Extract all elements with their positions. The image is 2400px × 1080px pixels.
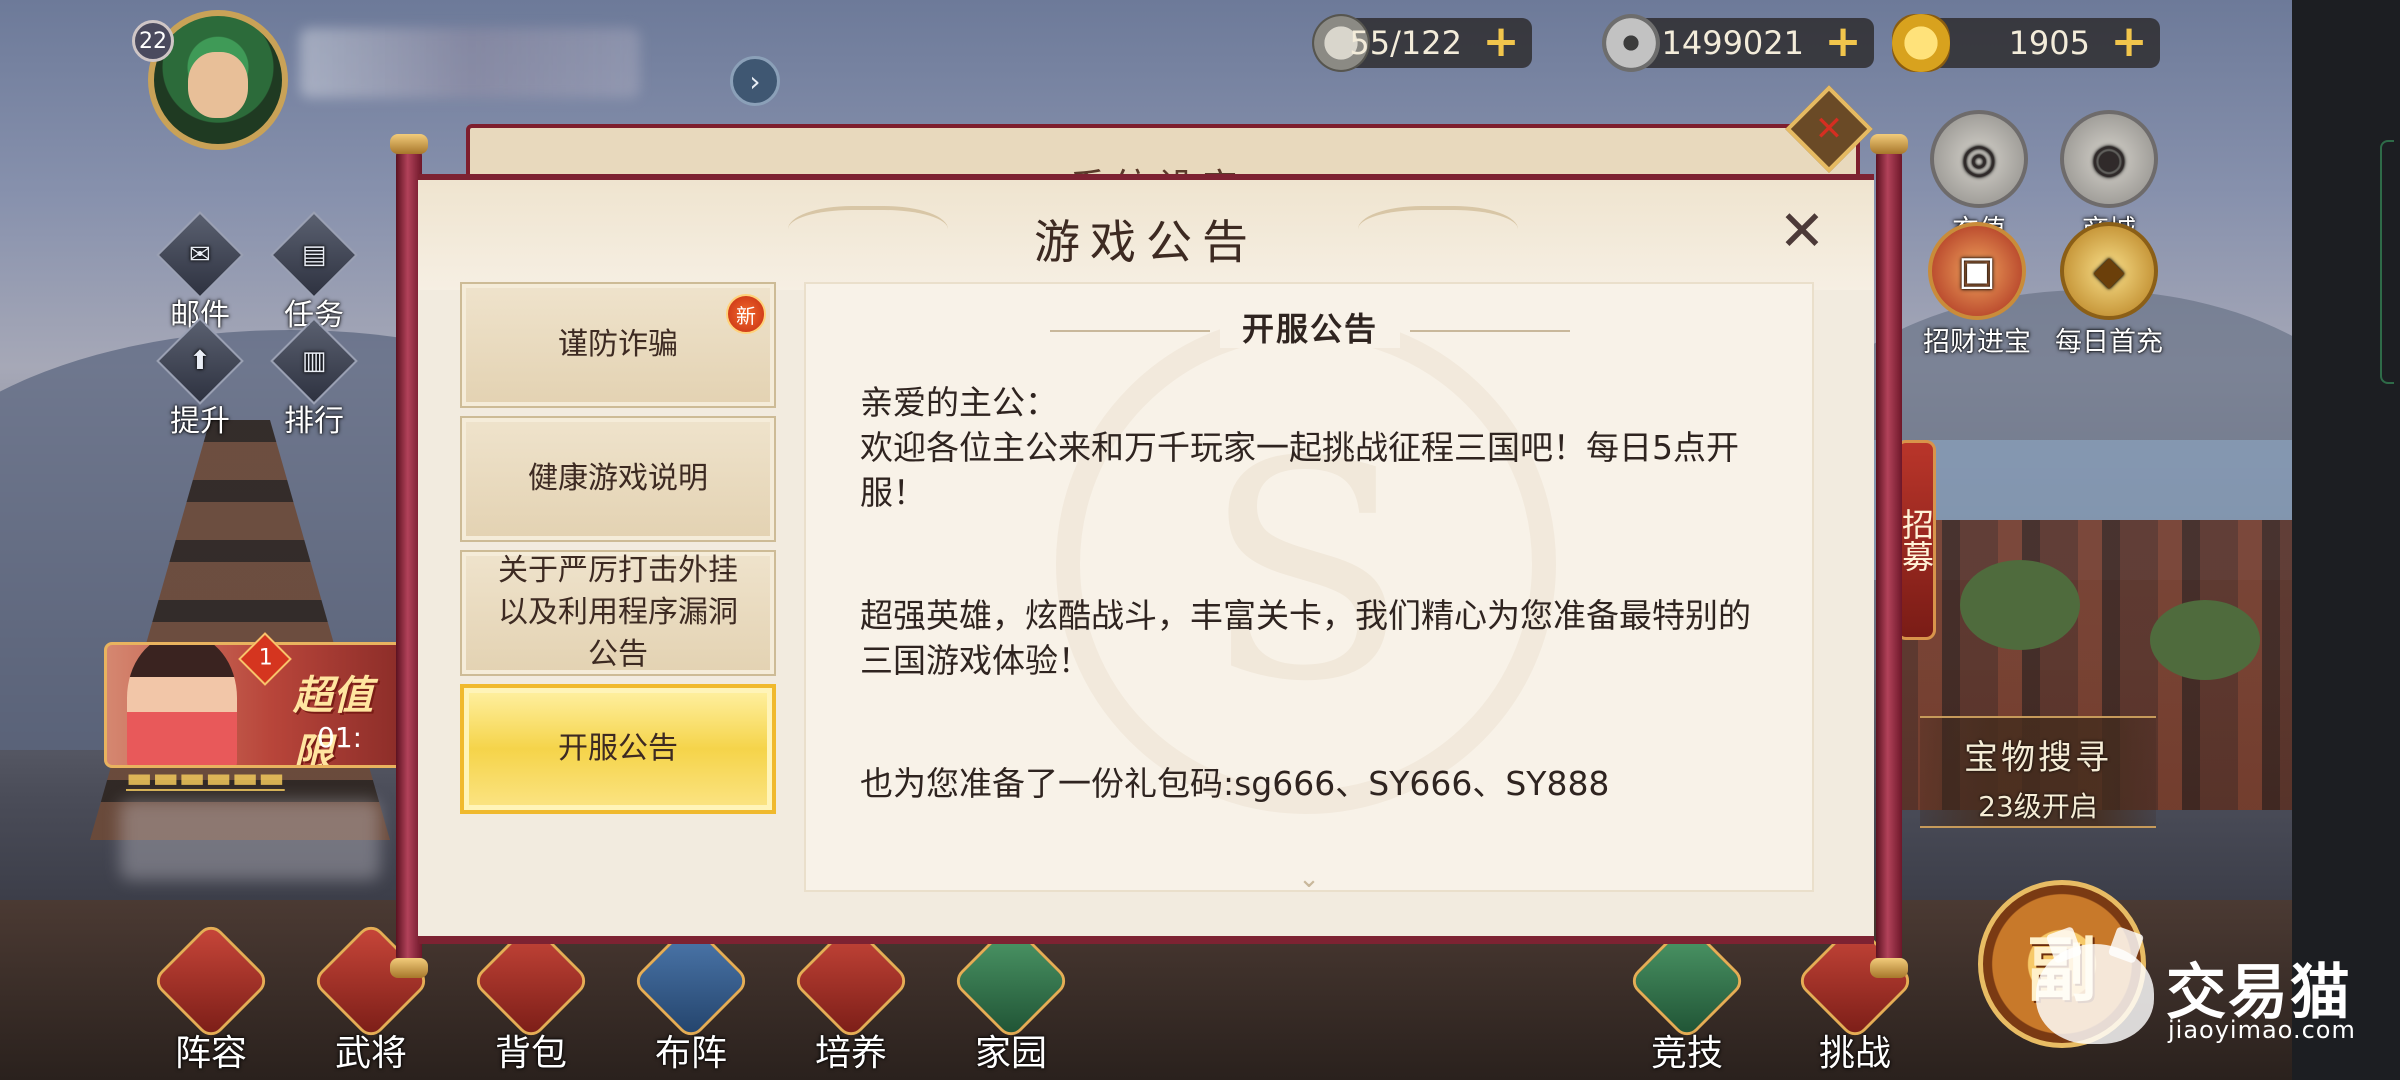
player-name-redacted bbox=[300, 28, 640, 98]
dialog-title-band: 游戏公告 ✕ bbox=[418, 180, 1874, 290]
player-level-badge: 22 bbox=[132, 20, 174, 62]
daily-first-label: 每日首充 bbox=[2055, 327, 2163, 358]
gold-value: 1905 bbox=[2008, 24, 2090, 62]
content-header: 开服公告 bbox=[1050, 304, 1570, 354]
announcement-tabs: 谨防诈骗 新 健康游戏说明 关于严厉打击外挂以及利用程序漏洞公告 开服公告 bbox=[460, 282, 776, 822]
envelope-icon: ✉ bbox=[189, 239, 211, 270]
greeting-text: 亲爱的主公： bbox=[860, 383, 1058, 422]
content-header-text: 开服公告 bbox=[1219, 310, 1400, 348]
nav-arena-label: 竞技 bbox=[1650, 1033, 1723, 1074]
expand-arrow-button[interactable]: › bbox=[730, 56, 780, 106]
treasure-hunt-button[interactable]: 宝物搜寻 23级开启 bbox=[1920, 716, 2156, 828]
close-button[interactable]: ✕ bbox=[1774, 204, 1830, 262]
close-icon: ✕ bbox=[1778, 199, 1826, 264]
coin-icon: ◎ bbox=[1930, 110, 2028, 208]
tab-label: 关于严厉打击外挂以及利用程序漏洞公告 bbox=[498, 553, 738, 672]
dialog-title: 游戏公告 bbox=[1034, 215, 1258, 269]
tab-anti-fraud[interactable]: 谨防诈骗 新 bbox=[460, 282, 776, 408]
nav-home-label: 家园 bbox=[974, 1033, 1047, 1074]
add-gold-button[interactable]: + bbox=[2108, 20, 2150, 64]
cat-logo-icon bbox=[2036, 944, 2154, 1044]
stamina-value: 55/122 bbox=[1349, 24, 1462, 62]
paragraph-2: 超强英雄，炫酷战斗，丰富关卡，我们精心为您准备最特别的三国游戏体验！ bbox=[860, 596, 1751, 680]
announcement-content[interactable]: 开服公告 亲爱的主公： 欢迎各位主公来和万千玩家一起挑战征程三国吧！每日5点开服… bbox=[804, 282, 1814, 892]
promo-timer: 01: bbox=[317, 721, 363, 754]
nav-lineup[interactable]: 阵容 bbox=[146, 920, 276, 1074]
add-stamina-button[interactable]: + bbox=[1480, 20, 1522, 64]
avatar-face bbox=[188, 52, 248, 118]
upgrade-button[interactable]: ⬆ 提升 bbox=[150, 317, 250, 440]
ranking-button[interactable]: ▥ 排行 bbox=[264, 317, 364, 440]
scroll-down-chevron-icon: ⌄ bbox=[1298, 864, 1320, 892]
stamina-resource: 55/122 + bbox=[1312, 14, 1532, 72]
announcement-dialog: 游戏公告 ✕ 谨防诈骗 新 健康游戏说明 关于严厉打击外挂以及利用程序漏洞公告 … bbox=[418, 174, 1874, 944]
copper-resource: 1499021 + bbox=[1602, 14, 1874, 72]
paragraph-1: 欢迎各位主公来和万千玩家一起挑战征程三国吧！每日5点开服！ bbox=[860, 428, 1739, 512]
copper-value: 1499021 bbox=[1661, 24, 1804, 62]
tree bbox=[1960, 560, 2080, 650]
gold-resource: 1905 + bbox=[1892, 14, 2160, 72]
fortune-button[interactable]: ▣ 招财进宝 bbox=[1922, 222, 2032, 359]
screen-edge bbox=[2292, 0, 2400, 1080]
tab-server-launch[interactable]: 开服公告 bbox=[460, 684, 776, 814]
nav-bag-label: 背包 bbox=[494, 1033, 567, 1074]
promo-count: 1 bbox=[258, 645, 273, 671]
nav-challenge-label: 挑战 bbox=[1818, 1033, 1891, 1074]
chevron-right-icon: › bbox=[749, 64, 761, 98]
tree bbox=[2150, 600, 2260, 680]
daily-first-recharge-button[interactable]: ◆ 每日首充 bbox=[2054, 222, 2164, 359]
ranking-label: 排行 bbox=[284, 404, 344, 439]
tab-label: 谨防诈骗 bbox=[558, 327, 678, 362]
up-arrow-icon: ⬆ bbox=[189, 345, 211, 376]
podium-icon: ▥ bbox=[301, 345, 327, 376]
tab-label: 健康游戏说明 bbox=[528, 461, 708, 496]
scroll-rod-right bbox=[1870, 134, 1908, 978]
upgrade-label: 提升 bbox=[170, 404, 230, 439]
tab-anti-cheat[interactable]: 关于严厉打击外挂以及利用程序漏洞公告 bbox=[460, 550, 776, 676]
close-x-ornament-icon: ✕ bbox=[1814, 109, 1844, 149]
tab-healthy-gaming[interactable]: 健康游戏说明 bbox=[460, 416, 776, 542]
edge-handle bbox=[2380, 140, 2394, 384]
scroll-icon: ▤ bbox=[301, 239, 327, 270]
promo-link[interactable]: ▬▬▬▬▬▬ bbox=[126, 772, 336, 800]
copper-coin-icon bbox=[1602, 14, 1660, 72]
nav-train-label: 培养 bbox=[814, 1033, 887, 1074]
fortune-label: 招财进宝 bbox=[1923, 327, 2031, 358]
recruit-banner-button[interactable]: 招募 bbox=[1896, 440, 1936, 640]
content-body: 亲爱的主公： 欢迎各位主公来和万千玩家一起挑战征程三国吧！每日5点开服！ 超强英… bbox=[860, 380, 1760, 806]
watermark: 交易猫 jiaoyimao.com bbox=[2036, 940, 2356, 1050]
treasure-hunt-title: 宝物搜寻 bbox=[1964, 738, 2112, 778]
redacted-area bbox=[120, 800, 380, 880]
nav-generals-label: 武将 bbox=[334, 1033, 407, 1074]
treasure-chest-icon: ▣ bbox=[1928, 222, 2026, 320]
tab-label: 开服公告 bbox=[558, 731, 678, 766]
paragraph-3: 也为您准备了一份礼包码:sg666、SY666、SY888 bbox=[860, 764, 1610, 803]
watermark-en: jiaoyimao.com bbox=[2168, 1016, 2356, 1044]
gold-ingot-icon bbox=[1892, 14, 1950, 72]
shop-icon: ◉ bbox=[2060, 110, 2158, 208]
promo-character-portrait bbox=[127, 645, 237, 765]
nav-formation-label: 布阵 bbox=[654, 1033, 727, 1074]
new-badge: 新 bbox=[726, 294, 766, 334]
add-copper-button[interactable]: + bbox=[1822, 20, 1864, 64]
treasure-hunt-unlock: 23级开启 bbox=[1978, 790, 2098, 823]
nav-lineup-label: 阵容 bbox=[174, 1033, 247, 1074]
gold-pile-icon: ◆ bbox=[2060, 222, 2158, 320]
